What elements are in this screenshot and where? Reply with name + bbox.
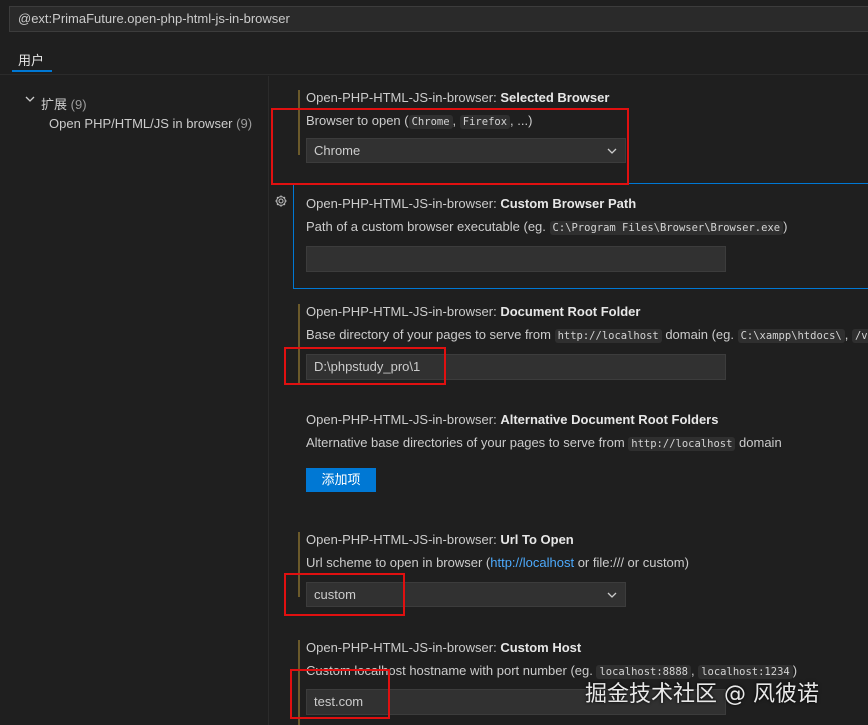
setting-title: Open-PHP-HTML-JS-in-browser: Document Ro… <box>306 304 641 319</box>
setting-title: Open-PHP-HTML-JS-in-browser: Url To Open <box>306 532 574 547</box>
setting-custom-browser-path: Open-PHP-HTML-JS-in-browser: Custom Brow… <box>269 196 868 286</box>
setting-description: Base directory of your pages to serve fr… <box>306 327 868 343</box>
setting-title: Open-PHP-HTML-JS-in-browser: Custom Brow… <box>306 196 637 211</box>
add-item-button[interactable]: 添加项 <box>306 468 376 492</box>
chevron-down-icon[interactable] <box>24 93 36 105</box>
setting-title: Open-PHP-HTML-JS-in-browser: Selected Br… <box>306 90 610 105</box>
highlight-box-selected-browser <box>271 108 629 185</box>
setting-description: Path of a custom browser executable (eg.… <box>306 219 788 235</box>
active-tab-indicator <box>12 70 52 72</box>
custom-browser-path-input[interactable] <box>306 246 726 272</box>
settings-scope-tabs: 用户 <box>0 40 868 75</box>
tree-item-label: Open PHP/HTML/JS in browser <box>49 116 233 131</box>
setting-alternative-document-root: Open-PHP-HTML-JS-in-browser: Alternative… <box>269 412 868 502</box>
localhost-link[interactable]: http://localhost <box>490 555 574 570</box>
tab-user[interactable]: 用户 <box>18 50 44 69</box>
settings-list[interactable]: Open-PHP-HTML-JS-in-browser: Selected Br… <box>269 90 868 725</box>
settings-search-input[interactable]: @ext:PrimaFuture.open-php-html-js-in-bro… <box>9 6 868 32</box>
setting-description: Alternative base directories of your pag… <box>306 435 782 451</box>
highlight-box-url-to-open <box>284 573 405 616</box>
setting-title: Open-PHP-HTML-JS-in-browser: Custom Host <box>306 640 582 655</box>
chevron-down-icon <box>607 592 617 598</box>
tree-item-count: (9) <box>236 116 253 131</box>
tree-item-count: (9) <box>70 97 87 112</box>
tree-item-open-php-html-js[interactable]: Open PHP/HTML/JS in browser (9) <box>49 116 252 131</box>
setting-description: Url scheme to open in browser (http://lo… <box>306 555 689 570</box>
tree-item-extensions[interactable]: 扩展 (9) <box>41 94 87 113</box>
tree-item-label: 扩展 <box>41 97 68 112</box>
highlight-box-custom-host <box>290 669 390 719</box>
setting-title: Open-PHP-HTML-JS-in-browser: Alternative… <box>306 412 719 427</box>
highlight-box-document-root <box>284 347 446 385</box>
watermark-text: 掘金技术社区 @ 风彼诺 <box>585 682 819 707</box>
